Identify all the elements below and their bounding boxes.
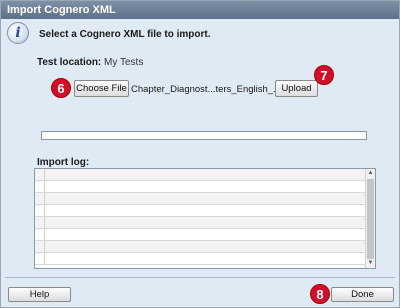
log-row [35,205,365,217]
log-row-gutter [35,253,45,264]
log-row [35,169,365,181]
scroll-up-icon[interactable]: ▲ [366,169,375,178]
upload-button[interactable]: Upload [275,80,318,97]
help-button[interactable]: Help [8,287,71,302]
test-location-label: Test location: [37,57,102,68]
selected-file-name: Chapter_Diagnost...ters_English_.xml [131,84,291,95]
dialog-title: Import Cognero XML [1,1,399,19]
import-log-label: Import log: [37,157,90,168]
footer-divider [5,277,395,278]
log-row [35,181,365,193]
log-row-gutter [35,217,45,228]
test-location-value: My Tests [104,57,144,68]
scroll-down-icon[interactable]: ▼ [366,259,375,268]
test-location: Test location: My Tests [37,57,143,68]
information-icon: i [7,22,29,44]
import-dialog: Import Cognero XML i Select a Cognero XM… [0,0,400,308]
log-row-gutter [35,181,45,192]
log-row [35,217,365,229]
log-row-gutter [35,205,45,216]
log-row [35,229,365,241]
choose-file-button[interactable]: Choose File [74,80,129,97]
import-log[interactable]: ▲ ▼ [34,168,376,269]
import-log-rows [35,169,365,265]
callout-badge-choose-file: 6 [51,78,71,98]
log-row-gutter [35,193,45,204]
log-row-gutter [35,229,45,240]
log-row [35,253,365,265]
callout-badge-done: 8 [310,284,330,304]
callout-badge-upload: 7 [314,65,334,85]
log-row [35,193,365,205]
done-button[interactable]: Done [331,287,394,302]
log-row-gutter [35,241,45,252]
log-row [35,241,365,253]
instruction-text: Select a Cognero XML file to import. [39,29,211,40]
scroll-thumb[interactable] [367,179,374,259]
log-row-gutter [35,169,45,180]
log-scrollbar[interactable]: ▲ ▼ [365,169,375,268]
upload-progress-bar [41,131,367,140]
